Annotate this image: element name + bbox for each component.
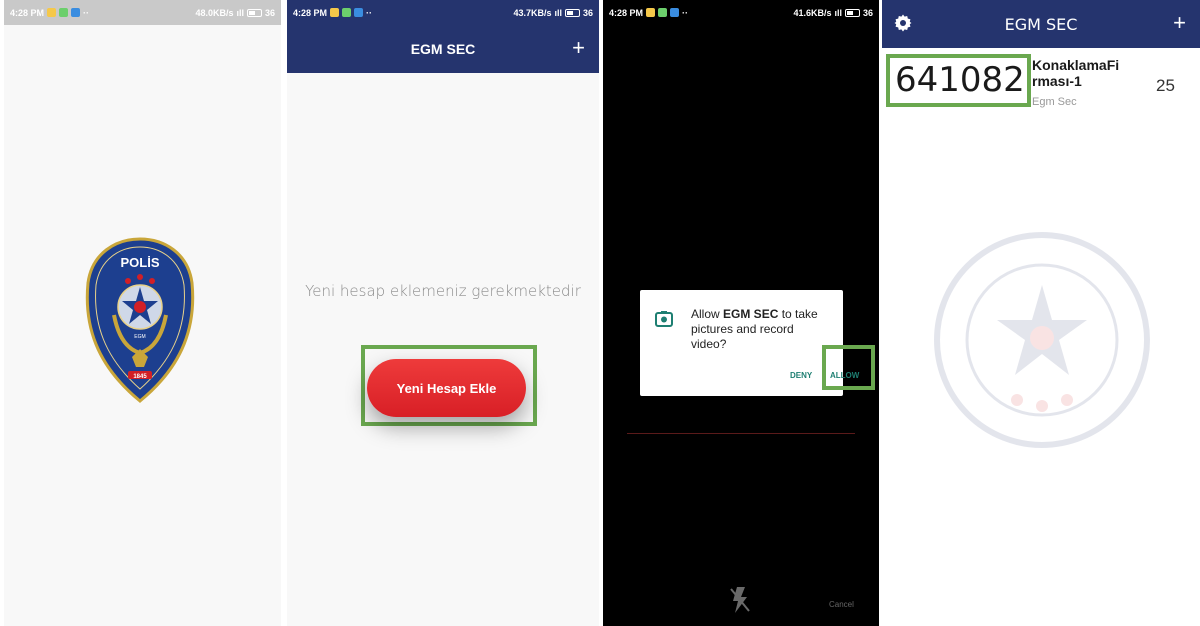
app-icon (670, 8, 680, 17)
app-bar: EGM SEC + (882, 0, 1200, 48)
whatsapp-icon (59, 8, 69, 17)
app-icon (71, 8, 81, 17)
permission-app-name: EGM SEC (723, 307, 779, 321)
network-speed: 48.0KB/s (195, 7, 234, 18)
status-bar: 4:28 PM ·· 41.6KB/s ıll 36 (609, 7, 873, 18)
notification-icon (47, 8, 57, 17)
whatsapp-icon (342, 8, 352, 17)
battery-level: 36 (264, 7, 275, 18)
splash-screen: 4:28 PM ·· 48.0KB/s ıll 36 POLİS EGM 184… (4, 0, 281, 626)
countdown-timer: 25 (1156, 76, 1175, 95)
logo-year: 1845 (133, 374, 147, 380)
police-logo: POLİS EGM 1845 (85, 237, 195, 403)
status-bar: 4:28 PM ·· 43.7KB/s ıll 36 (287, 0, 599, 25)
network-speed: 41.6KB/s (793, 7, 832, 18)
add-account-button[interactable]: + (572, 35, 585, 61)
network-speed: 43.7KB/s (513, 7, 552, 18)
whatsapp-icon (658, 8, 668, 17)
notification-icon (646, 8, 656, 17)
app-icon (354, 8, 364, 17)
status-time: 4:28 PM (609, 7, 644, 18)
app-title: EGM SEC (410, 41, 476, 57)
token-list-screen: EGM SEC + 641082 KonaklamaFirması-1 Egm … (882, 0, 1200, 626)
add-new-account-button[interactable]: Yeni Hesap Ekle (367, 359, 526, 417)
cancel-button[interactable]: Cancel (829, 600, 854, 609)
permission-dialog: Allow EGM SEC to take pictures and recor… (640, 290, 875, 396)
screenshot-strip: 4:28 PM ·· 48.0KB/s ıll 36 POLİS EGM 184… (0, 0, 1200, 626)
empty-message: Yeni hesap eklemeniz gerekmektedir (305, 282, 581, 300)
signal-icon: ıll (236, 7, 244, 18)
permission-message: Allow EGM SEC to take pictures and recor… (691, 307, 818, 351)
battery-icon (564, 8, 580, 17)
battery-icon (844, 8, 860, 17)
battery-icon (246, 8, 262, 17)
logo-top-text: POLİS (120, 255, 159, 270)
deny-button[interactable]: DENY (790, 371, 812, 380)
logo-center-text: EGM (134, 334, 145, 340)
otp-code: 641082 (895, 60, 1025, 100)
flash-off-icon[interactable] (729, 585, 751, 615)
status-time: 4:28 PM (293, 7, 328, 18)
account-name: KonaklamaFirması-1 (1032, 57, 1120, 89)
notification-icon (330, 8, 340, 17)
highlight-box (822, 345, 875, 390)
battery-level: 36 (582, 7, 593, 18)
department-watermark-logo (934, 232, 1150, 448)
signal-icon: ıll (554, 7, 562, 18)
status-time: 4:28 PM (10, 7, 45, 18)
signal-icon: ıll (834, 7, 842, 18)
add-account-button[interactable]: + (1173, 10, 1186, 36)
settings-gear-icon[interactable] (894, 14, 912, 32)
camera-permission-screen: 4:28 PM ·· 41.6KB/s ıll 36 Allow EGM SEC… (603, 0, 879, 626)
status-bar: 4:28 PM ·· 48.0KB/s ıll 36 (4, 0, 281, 25)
app-bar: EGM SEC + (287, 25, 599, 73)
issuer-name: Egm Sec (1032, 96, 1077, 108)
empty-state-screen: 4:28 PM ·· 43.7KB/s ıll 36 EGM SEC + Yen… (287, 0, 599, 626)
scanner-line (627, 433, 855, 434)
app-title: EGM SEC (1004, 14, 1078, 34)
battery-level: 36 (862, 7, 873, 18)
camera-icon (655, 311, 673, 327)
